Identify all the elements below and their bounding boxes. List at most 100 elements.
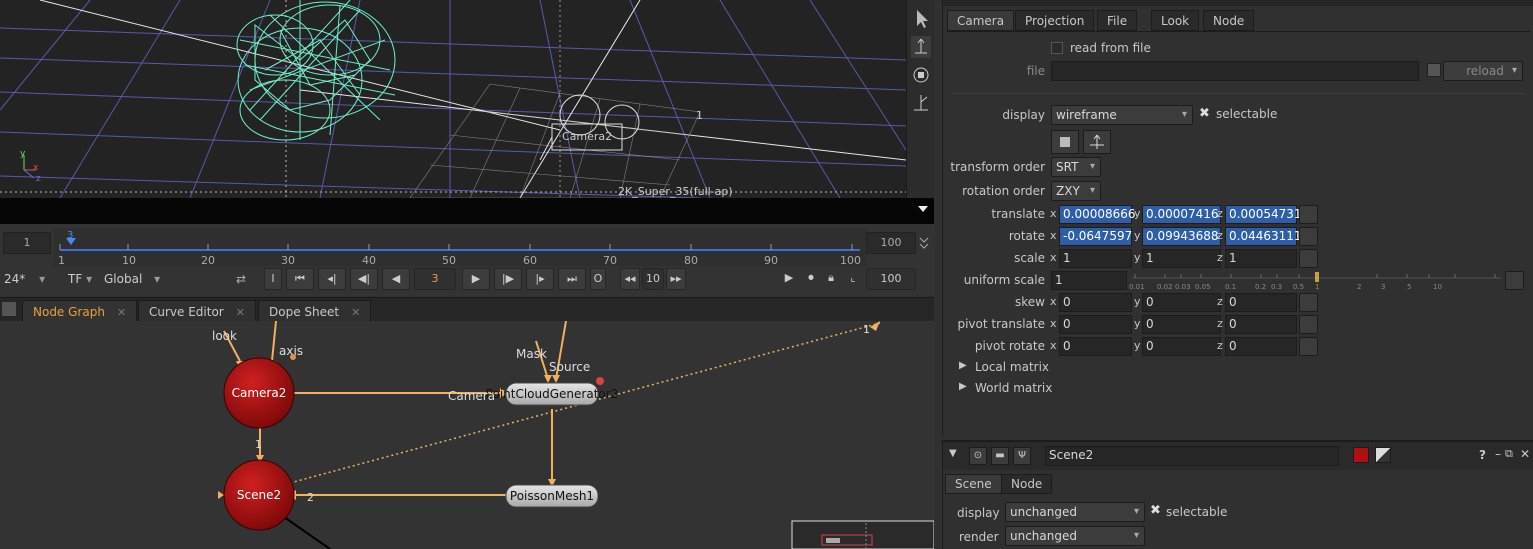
uniform-scale-slider[interactable]: 0.01 0.02 0.03 0.05 0.1 0.2 0.3 0.5 1 2 … [1129,270,1507,294]
pivot-translate-curve-icon[interactable] [1299,315,1318,334]
last-frame-icon[interactable]: ⏭ [558,268,586,290]
tab-curve-editor[interactable]: Curve Editor ✕ [138,300,256,322]
rotate-tool-icon[interactable] [911,64,931,86]
rotate-z-field[interactable]: 0.04463111 [1225,227,1302,246]
translate-z-field[interactable]: 0.00054731 [1225,205,1302,224]
rotation-order-dropdown[interactable]: ZXY [1051,181,1101,201]
next-frame-icon[interactable]: |▶ [494,268,522,290]
timeline-end-frame[interactable]: 100 [866,232,916,254]
skew-z-field[interactable]: 0 [1225,293,1297,312]
record-icon[interactable]: ⏺ [802,268,820,290]
pivot-rotate-z-field[interactable]: 0 [1225,337,1297,356]
transform-order-dropdown[interactable]: SRT [1051,157,1101,177]
world-matrix-toggle[interactable]: World matrix [975,381,1052,395]
prev-keyframe-icon[interactable]: ◂| [318,268,346,290]
expand-arrow-icon[interactable]: ▶ [959,381,967,392]
scale-curve-icon[interactable] [1299,249,1318,268]
node-graph-minimap[interactable] [791,520,934,549]
tab-node[interactable]: Node [1203,10,1255,31]
local-matrix-toggle[interactable]: Local matrix [975,360,1049,374]
play-backward-icon[interactable]: ◀ [382,268,410,290]
pivot-rotate-x-field[interactable]: 0 [1059,337,1132,356]
uniform-scale-field[interactable]: 1 [1051,271,1127,290]
lock-icon[interactable]: 🔒︎ [822,268,840,290]
flipbook-icon[interactable]: ▶ [780,268,798,290]
play-forward-icon[interactable]: ▶ [462,268,490,290]
step-back-icon[interactable]: ◂◂ [620,268,640,290]
next-keyframe-icon[interactable]: |▸ [526,268,554,290]
pivot-rotate-curve-icon[interactable] [1299,337,1318,356]
tab-scene-node[interactable]: Node [1001,474,1053,494]
axis-tool-icon[interactable] [911,92,931,114]
tab-node-graph[interactable]: Node Graph ✕ [22,300,138,322]
out-point-button[interactable]: O [590,268,606,290]
timeline-settings-icon[interactable]: ⌞ [844,268,862,290]
gl-color-swatch[interactable] [1375,447,1391,463]
step-increment-field[interactable]: 10 [642,268,664,290]
slider-handle[interactable] [1315,272,1319,282]
rotate-x-field[interactable]: -0.0647597 [1059,227,1132,246]
skew-y-field[interactable]: 0 [1142,293,1221,312]
rotate-y-field[interactable]: 0.09943688 [1142,227,1221,246]
reload-button[interactable]: reload [1443,61,1523,81]
color-swatch[interactable] [1353,447,1369,463]
first-frame-icon[interactable]: ⏮ [286,268,314,290]
file-path-field[interactable] [1051,61,1419,81]
minimize-icon[interactable]: – [1495,447,1501,461]
loop-icon[interactable]: ⇄ [236,268,258,290]
translate-tool-icon[interactable] [911,36,931,58]
scene-selectable-checkbox[interactable]: ✖ [1150,503,1161,518]
pivot-rotate-y-field[interactable]: 0 [1142,337,1221,356]
tf-dropdown[interactable]: TF ▾ [68,268,98,290]
viewer-menu-arrow-icon[interactable] [918,206,928,214]
viewer-toggle-icon[interactable]: ⊙ [969,447,987,465]
uniform-scale-curve-icon[interactable] [1505,271,1524,290]
close-icon[interactable]: ✕ [1520,447,1530,461]
node-graph-svg[interactable]: Camera2 Scene2 PointCloudGenerator2 Pois… [0,321,934,549]
collapse-arrow-icon[interactable]: ▼ [949,448,957,459]
range-mode-dropdown[interactable]: Global ▾ [104,268,164,290]
translate-curve-icon[interactable] [1299,205,1318,224]
pivot-translate-y-field[interactable]: 0 [1142,315,1221,334]
scale-x-field[interactable]: 1 [1059,249,1132,268]
in-point-button[interactable]: I [264,268,282,290]
tab-dope-sheet[interactable]: Dope Sheet ✕ [258,300,372,322]
tab-scene[interactable]: Scene [945,474,1002,494]
help-icon[interactable]: ? [1479,448,1486,462]
rotate-curve-icon[interactable] [1299,227,1318,246]
scene-display-dropdown[interactable]: unchanged [1005,502,1145,522]
node-icon[interactable]: ▬ [991,447,1009,465]
scale-y-field[interactable]: 1 [1142,249,1221,268]
selectable-checkbox[interactable]: ✖ [1199,106,1210,121]
out-frame-field[interactable]: 100 [866,268,916,290]
read-from-file-checkbox[interactable] [1051,42,1063,54]
fps-dropdown[interactable]: 24* ▾ [4,268,60,290]
tab-look[interactable]: Look [1151,10,1200,31]
pivot-translate-z-field[interactable]: 0 [1225,315,1297,334]
step-forward-icon[interactable]: ▸▸ [666,268,686,290]
float-panel-icon[interactable]: Ψ [1013,447,1031,465]
tab-file[interactable]: File [1097,10,1138,31]
timeline-ruler[interactable]: 3 [54,228,866,266]
translate-x-field[interactable]: 0.00008666 [1059,205,1136,224]
translate-y-field[interactable]: 0.00007416 [1142,205,1221,224]
pivot-translate-x-field[interactable]: 0 [1059,315,1132,334]
scene-render-dropdown[interactable]: unchanged [1005,526,1145,546]
timeline-start-frame[interactable]: 1 [3,232,51,254]
folder-icon[interactable] [1427,63,1441,77]
node-graph-canvas[interactable]: Camera2 Scene2 PointCloudGenerator2 Pois… [0,321,934,549]
float-icon[interactable]: ⧉ [1505,447,1513,461]
tab-projection[interactable]: Projection [1015,10,1095,31]
viewer-3d[interactable]: Camera2 1 2K_Super_35(full-ap) y x z [0,0,906,198]
display-dropdown[interactable]: wireframe [1051,105,1193,125]
tab-camera[interactable]: Camera [947,10,1015,31]
select-arrow-icon[interactable] [911,8,931,30]
scale-z-field[interactable]: 1 [1225,249,1297,268]
viewer-canvas[interactable]: Camera2 1 2K_Super_35(full-ap) y x z [0,0,906,198]
timeline-expand-icon[interactable] [918,234,930,250]
current-frame-field[interactable]: 3 [414,268,456,290]
snap-menu-icon[interactable] [1051,130,1079,154]
prev-frame-icon[interactable]: ◀| [350,268,378,290]
panel-menu-icon[interactable] [2,302,16,316]
skew-x-field[interactable]: 0 [1059,293,1132,312]
